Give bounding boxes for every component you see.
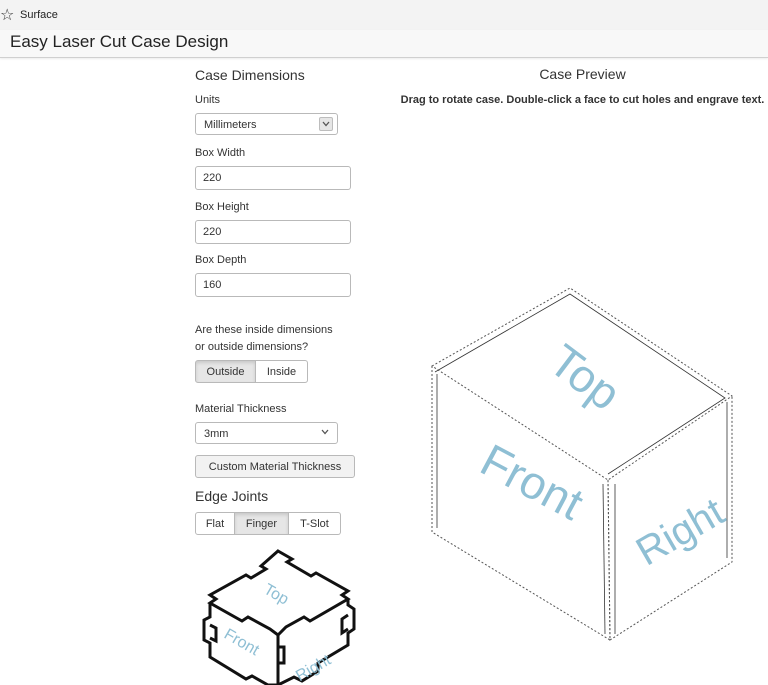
box-height-input[interactable] [195,220,351,244]
outside-button[interactable]: Outside [195,360,256,383]
case-preview-heading: Case Preview [539,66,626,82]
box-height-label: Box Height [195,201,249,213]
units-label: Units [195,94,221,106]
material-thickness-value: 3mm [204,428,229,440]
edge-joints-toggle: Flat Finger T-Slot [195,512,341,535]
box-width-input[interactable] [195,166,351,190]
box-depth-input[interactable] [195,273,351,297]
star-icon[interactable]: ☆ [0,6,14,24]
preview-top-label: Top [540,334,631,420]
box-depth-label: Box Depth [195,254,247,266]
custom-material-thickness-button[interactable]: Custom Material Thickness [195,455,355,478]
material-thickness-select[interactable]: 3mm [195,422,338,444]
case-dimensions-heading: Case Dimensions [195,67,305,83]
preview-right-label: Right [629,490,732,575]
material-thickness-label: Material Thickness [195,403,287,415]
dimension-type-question-line2: or outside dimensions? [195,341,309,353]
chevron-down-icon [319,117,333,131]
box-width-label: Box Width [195,147,246,159]
window-titlebar: ☆ Surface [0,0,768,31]
dimension-type-question-line1: Are these inside dimensions [195,324,333,336]
inside-button[interactable]: Inside [256,360,308,383]
custom-thickness-group: Custom Material Thickness [195,455,355,478]
flat-joint-button[interactable]: Flat [195,512,235,535]
app-header: Easy Laser Cut Case Design [0,30,768,58]
thumb-top-label: Top [261,581,292,609]
thumb-front-label: Front [221,626,262,660]
tslot-joint-button[interactable]: T-Slot [289,512,341,535]
finger-joint-button[interactable]: Finger [235,512,289,535]
dimension-type-toggle: Outside Inside [195,360,308,383]
window-title: Surface [20,9,58,21]
edge-joints-heading: Edge Joints [195,488,269,504]
preview-front-label: Front [473,434,592,530]
finger-joint-thumbnail[interactable]: Top Front Right [198,545,360,685]
case-preview-help: Drag to rotate case. Double-click a face… [400,94,765,106]
app-title: Easy Laser Cut Case Design [10,32,229,51]
units-select[interactable]: Millimeters [195,113,338,135]
units-value: Millimeters [204,119,257,131]
chevron-down-icon [319,426,333,440]
case-preview-canvas[interactable]: Top Front Right [425,282,740,647]
